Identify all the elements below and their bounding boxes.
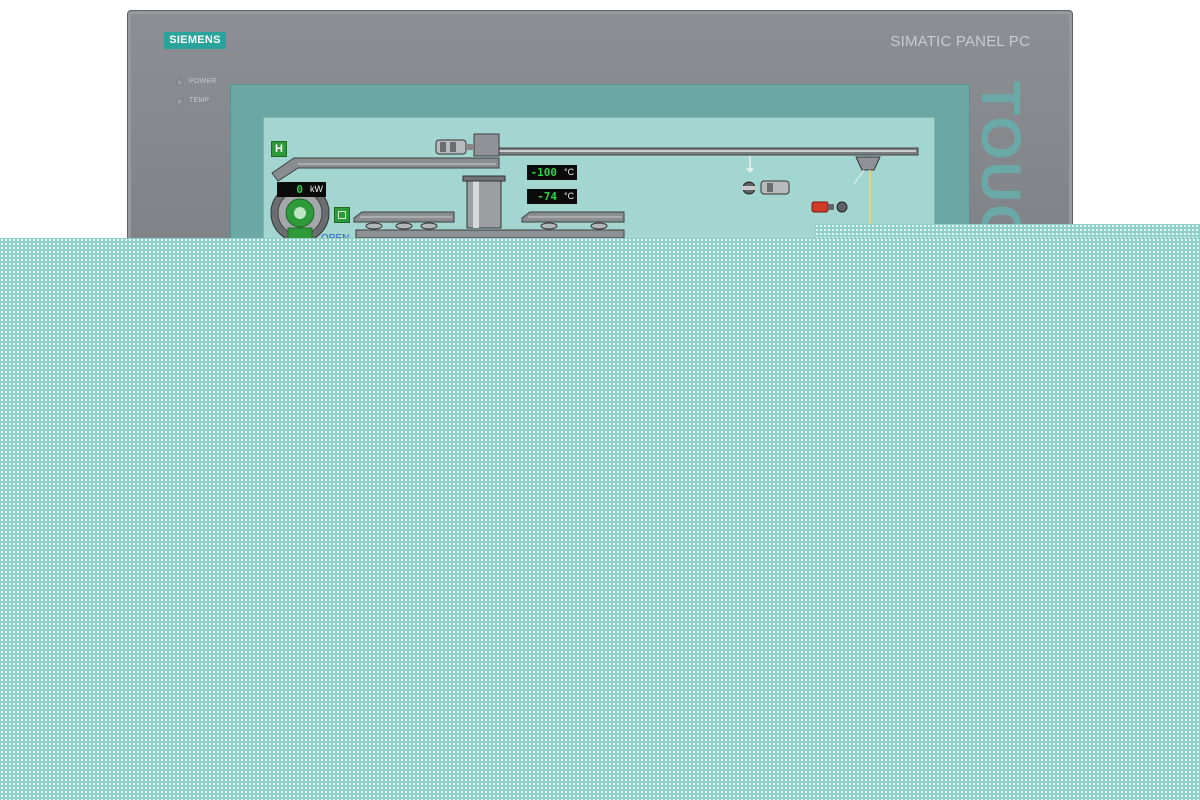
drop-arrow-icon	[746, 156, 754, 173]
power-led-label: POWER	[189, 78, 217, 85]
temperature-unit-2: °C	[561, 189, 578, 204]
temperature-readout-2: -74	[527, 189, 561, 204]
manual-button[interactable]	[334, 207, 350, 223]
conveyor-drive-box	[473, 133, 500, 157]
upper-conveyor[interactable]	[493, 147, 919, 156]
blower-valve-icon[interactable]	[742, 180, 790, 195]
lower-conveyor-right[interactable]	[521, 211, 625, 223]
motor-icon[interactable]	[435, 139, 474, 155]
power-unit: kW	[307, 182, 326, 197]
siemens-logo: SIEMENS	[164, 32, 226, 49]
temp-led-label: TEMP	[189, 97, 210, 104]
temperature-unit-1: °C	[561, 165, 578, 180]
manual-mode-badge[interactable]: H	[271, 141, 287, 157]
occlusion-overlay	[0, 238, 1200, 800]
lower-conveyor-left[interactable]	[353, 211, 455, 223]
tank-icon[interactable]	[462, 175, 506, 229]
power-readout: 0	[277, 182, 307, 197]
power-led-icon	[176, 79, 183, 86]
hopper-icon[interactable]	[853, 156, 881, 228]
temperature-readout-1: -100	[527, 165, 561, 180]
model-label: SIMATIC PANEL PC	[890, 33, 1030, 50]
alarm-valve-icon[interactable]	[811, 201, 848, 213]
temp-led-icon	[176, 98, 183, 105]
